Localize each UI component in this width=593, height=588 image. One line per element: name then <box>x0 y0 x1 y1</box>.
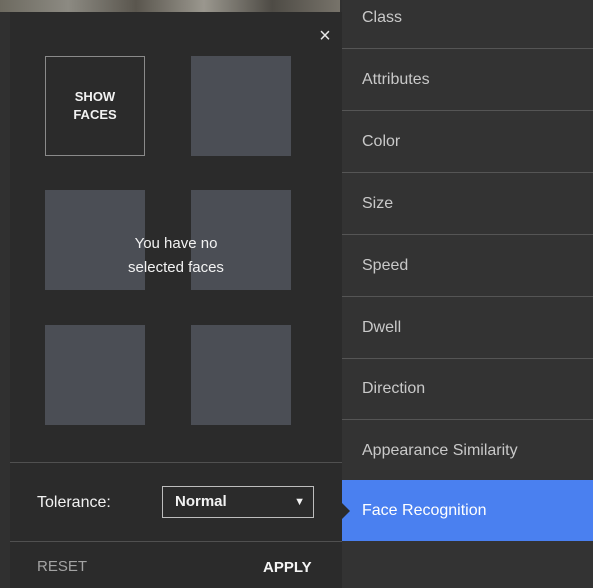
face-slot[interactable] <box>191 325 291 425</box>
tolerance-label: Tolerance: <box>37 494 111 511</box>
menu-item-label: Dwell <box>362 319 402 336</box>
menu-item-label: Size <box>362 195 394 212</box>
app-root: × SHOW FACES You have no selected faces … <box>0 0 593 588</box>
menu-item-color[interactable]: Color <box>342 112 593 173</box>
menu-item-appearance-similarity[interactable]: Appearance Similarity <box>342 421 593 482</box>
apply-button[interactable]: APPLY <box>263 559 312 576</box>
menu-item-face-recognition[interactable]: Face Recognition <box>342 480 593 541</box>
tolerance-value: Normal <box>175 493 227 510</box>
menu-item-label: Direction <box>362 380 426 397</box>
empty-message-line: You have no <box>134 235 218 252</box>
menu-item-speed[interactable]: Speed <box>342 236 593 297</box>
show-faces-label: SHOW FACES <box>73 89 117 122</box>
menu-item-label: Face Recognition <box>362 501 487 519</box>
menu-item-class[interactable]: Class <box>342 0 593 49</box>
menu-item-label: Class <box>362 9 403 26</box>
empty-faces-message: You have no selected faces <box>10 232 342 280</box>
menu-item-attributes[interactable]: Attributes <box>342 50 593 111</box>
background-image-strip <box>0 0 340 12</box>
empty-message-line: selected faces <box>128 259 224 276</box>
menu-item-label: Appearance Similarity <box>362 442 518 459</box>
menu-item-size[interactable]: Size <box>342 174 593 235</box>
menu-item-dwell[interactable]: Dwell <box>342 298 593 359</box>
divider <box>10 541 342 542</box>
close-icon[interactable]: × <box>313 24 337 48</box>
menu-item-label: Attributes <box>362 71 430 88</box>
face-slot[interactable] <box>191 56 291 156</box>
face-selection-panel: × SHOW FACES You have no selected faces … <box>10 12 342 588</box>
menu-item-direction[interactable]: Direction <box>342 359 593 420</box>
tolerance-select[interactable]: Normal ▼ <box>162 486 314 518</box>
divider <box>10 462 342 463</box>
caret-down-icon: ▼ <box>294 496 305 508</box>
menu-item-label: Speed <box>362 257 409 274</box>
reset-button[interactable]: RESET <box>37 558 87 575</box>
show-faces-button[interactable]: SHOW FACES <box>45 56 145 156</box>
face-slot[interactable] <box>45 325 145 425</box>
filter-menu: Class Attributes Color Size Speed Dwell … <box>342 0 593 588</box>
menu-item-label: Color <box>362 133 401 150</box>
